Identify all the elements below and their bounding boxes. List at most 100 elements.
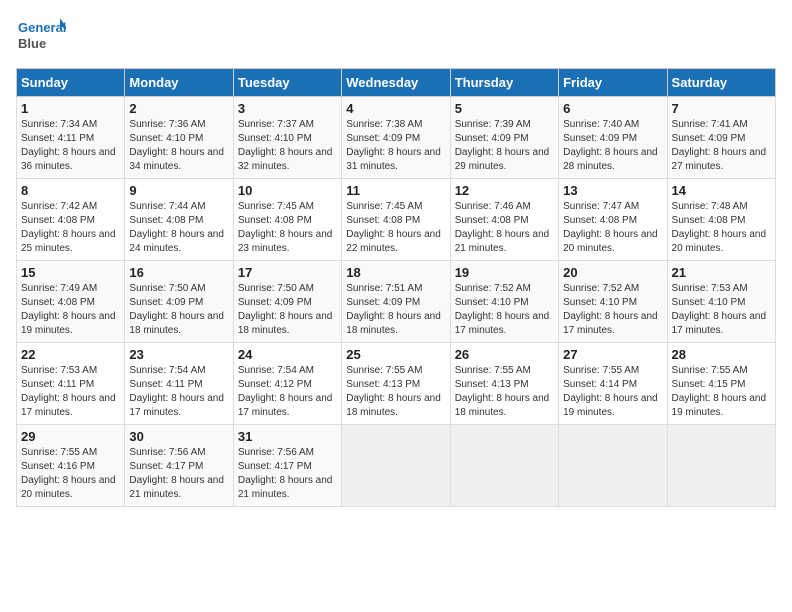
day-cell [450, 425, 558, 507]
day-number: 22 [21, 347, 120, 362]
day-number: 20 [563, 265, 662, 280]
calendar-table: SundayMondayTuesdayWednesdayThursdayFrid… [16, 68, 776, 507]
day-cell: 31Sunrise: 7:56 AMSunset: 4:17 PMDayligh… [233, 425, 341, 507]
day-info: Sunrise: 7:38 AMSunset: 4:09 PMDaylight:… [346, 119, 441, 172]
day-cell: 7 Sunrise: 7:41 AMSunset: 4:09 PMDaylight… [667, 97, 775, 179]
day-info: Sunrise: 7:52 AMSunset: 4:10 PMDaylight:… [455, 283, 550, 336]
day-cell: 4Sunrise: 7:38 AMSunset: 4:09 PMDaylight… [342, 97, 450, 179]
day-cell [667, 425, 775, 507]
day-cell: 3 Sunrise: 7:37 AMSunset: 4:10 PMDaylight… [233, 97, 341, 179]
day-cell: 22 Sunrise: 7:53 AMSunset: 4:11 PMDayligh… [17, 343, 125, 425]
day-number: 12 [455, 183, 554, 198]
day-cell: 18Sunrise: 7:51 AMSunset: 4:09 PMDayligh… [342, 261, 450, 343]
logo-svg: General Blue [16, 16, 66, 56]
day-number: 23 [129, 347, 228, 362]
day-number: 7 [672, 101, 771, 116]
day-cell: 1 Sunrise: 7:34 AMSunset: 4:11 PMDaylight… [17, 97, 125, 179]
day-cell: 11Sunrise: 7:45 AMSunset: 4:08 PMDayligh… [342, 179, 450, 261]
day-cell: 23Sunrise: 7:54 AMSunset: 4:11 PMDayligh… [125, 343, 233, 425]
day-info: Sunrise: 7:55 AMSunset: 4:15 PMDaylight:… [672, 365, 767, 418]
day-number: 3 [238, 101, 337, 116]
day-number: 9 [129, 183, 228, 198]
day-number: 21 [672, 265, 771, 280]
day-number: 16 [129, 265, 228, 280]
day-info: Sunrise: 7:34 AMSunset: 4:11 PMDaylight:… [21, 119, 116, 172]
header-monday: Monday [125, 69, 233, 97]
day-number: 19 [455, 265, 554, 280]
day-number: 15 [21, 265, 120, 280]
day-info: Sunrise: 7:39 AMSunset: 4:09 PMDaylight:… [455, 119, 550, 172]
day-cell: 5 Sunrise: 7:39 AMSunset: 4:09 PMDaylight… [450, 97, 558, 179]
day-cell: 14 Sunrise: 7:48 AMSunset: 4:08 PMDayligh… [667, 179, 775, 261]
day-cell: 8 Sunrise: 7:42 AMSunset: 4:08 PMDaylight… [17, 179, 125, 261]
day-info: Sunrise: 7:48 AMSunset: 4:08 PMDaylight:… [672, 201, 767, 254]
header-friday: Friday [559, 69, 667, 97]
week-row-2: 8 Sunrise: 7:42 AMSunset: 4:08 PMDaylight… [17, 179, 776, 261]
day-info: Sunrise: 7:55 AMSunset: 4:13 PMDaylight:… [455, 365, 550, 418]
day-info: Sunrise: 7:50 AMSunset: 4:09 PMDaylight:… [129, 283, 224, 336]
week-row-5: 29Sunrise: 7:55 AMSunset: 4:16 PMDayligh… [17, 425, 776, 507]
day-cell: 6Sunrise: 7:40 AMSunset: 4:09 PMDaylight… [559, 97, 667, 179]
header-wednesday: Wednesday [342, 69, 450, 97]
day-info: Sunrise: 7:56 AMSunset: 4:17 PMDaylight:… [129, 447, 224, 500]
day-number: 14 [672, 183, 771, 198]
day-info: Sunrise: 7:41 AMSunset: 4:09 PMDaylight:… [672, 119, 767, 172]
day-cell: 2 Sunrise: 7:36 AMSunset: 4:10 PMDaylight… [125, 97, 233, 179]
day-info: Sunrise: 7:54 AMSunset: 4:12 PMDaylight:… [238, 365, 333, 418]
day-cell: 9 Sunrise: 7:44 AMSunset: 4:08 PMDaylight… [125, 179, 233, 261]
day-number: 30 [129, 429, 228, 444]
day-info: Sunrise: 7:45 AMSunset: 4:08 PMDaylight:… [238, 201, 333, 254]
day-info: Sunrise: 7:45 AMSunset: 4:08 PMDaylight:… [346, 201, 441, 254]
day-info: Sunrise: 7:53 AMSunset: 4:10 PMDaylight:… [672, 283, 767, 336]
day-number: 28 [672, 347, 771, 362]
day-info: Sunrise: 7:53 AMSunset: 4:11 PMDaylight:… [21, 365, 116, 418]
day-cell: 28 Sunrise: 7:55 AMSunset: 4:15 PMDayligh… [667, 343, 775, 425]
day-number: 24 [238, 347, 337, 362]
day-cell: 15Sunrise: 7:49 AMSunset: 4:08 PMDayligh… [17, 261, 125, 343]
day-number: 2 [129, 101, 228, 116]
day-cell [559, 425, 667, 507]
week-row-4: 22 Sunrise: 7:53 AMSunset: 4:11 PMDayligh… [17, 343, 776, 425]
day-cell: 10 Sunrise: 7:45 AMSunset: 4:08 PMDayligh… [233, 179, 341, 261]
day-info: Sunrise: 7:56 AMSunset: 4:17 PMDaylight:… [238, 447, 333, 500]
day-info: Sunrise: 7:36 AMSunset: 4:10 PMDaylight:… [129, 119, 224, 172]
day-cell: 19 Sunrise: 7:52 AMSunset: 4:10 PMDayligh… [450, 261, 558, 343]
header-thursday: Thursday [450, 69, 558, 97]
day-number: 29 [21, 429, 120, 444]
day-info: Sunrise: 7:44 AMSunset: 4:08 PMDaylight:… [129, 201, 224, 254]
day-cell: 20Sunrise: 7:52 AMSunset: 4:10 PMDayligh… [559, 261, 667, 343]
day-info: Sunrise: 7:50 AMSunset: 4:09 PMDaylight:… [238, 283, 333, 336]
day-number: 6 [563, 101, 662, 116]
day-info: Sunrise: 7:42 AMSunset: 4:08 PMDaylight:… [21, 201, 116, 254]
day-number: 17 [238, 265, 337, 280]
day-cell: 26Sunrise: 7:55 AMSunset: 4:13 PMDayligh… [450, 343, 558, 425]
day-info: Sunrise: 7:55 AMSunset: 4:13 PMDaylight:… [346, 365, 441, 418]
day-number: 8 [21, 183, 120, 198]
day-cell: 30 Sunrise: 7:56 AMSunset: 4:17 PMDayligh… [125, 425, 233, 507]
day-info: Sunrise: 7:47 AMSunset: 4:08 PMDaylight:… [563, 201, 658, 254]
day-number: 1 [21, 101, 120, 116]
svg-text:Blue: Blue [18, 36, 46, 51]
day-cell: 27 Sunrise: 7:55 AMSunset: 4:14 PMDayligh… [559, 343, 667, 425]
day-number: 13 [563, 183, 662, 198]
header-sunday: Sunday [17, 69, 125, 97]
day-info: Sunrise: 7:37 AMSunset: 4:10 PMDaylight:… [238, 119, 333, 172]
logo: General Blue [16, 16, 66, 56]
day-number: 5 [455, 101, 554, 116]
day-cell [342, 425, 450, 507]
day-info: Sunrise: 7:46 AMSunset: 4:08 PMDaylight:… [455, 201, 550, 254]
header-tuesday: Tuesday [233, 69, 341, 97]
day-cell: 13 Sunrise: 7:47 AMSunset: 4:08 PMDayligh… [559, 179, 667, 261]
page-header: General Blue [16, 16, 776, 56]
day-number: 10 [238, 183, 337, 198]
day-cell: 17 Sunrise: 7:50 AMSunset: 4:09 PMDayligh… [233, 261, 341, 343]
week-row-1: 1 Sunrise: 7:34 AMSunset: 4:11 PMDaylight… [17, 97, 776, 179]
day-info: Sunrise: 7:55 AMSunset: 4:14 PMDaylight:… [563, 365, 658, 418]
day-cell: 12 Sunrise: 7:46 AMSunset: 4:08 PMDayligh… [450, 179, 558, 261]
day-number: 25 [346, 347, 445, 362]
svg-text:General: General [18, 20, 66, 35]
day-number: 18 [346, 265, 445, 280]
day-cell: 25 Sunrise: 7:55 AMSunset: 4:13 PMDayligh… [342, 343, 450, 425]
day-cell: 24 Sunrise: 7:54 AMSunset: 4:12 PMDayligh… [233, 343, 341, 425]
day-number: 27 [563, 347, 662, 362]
